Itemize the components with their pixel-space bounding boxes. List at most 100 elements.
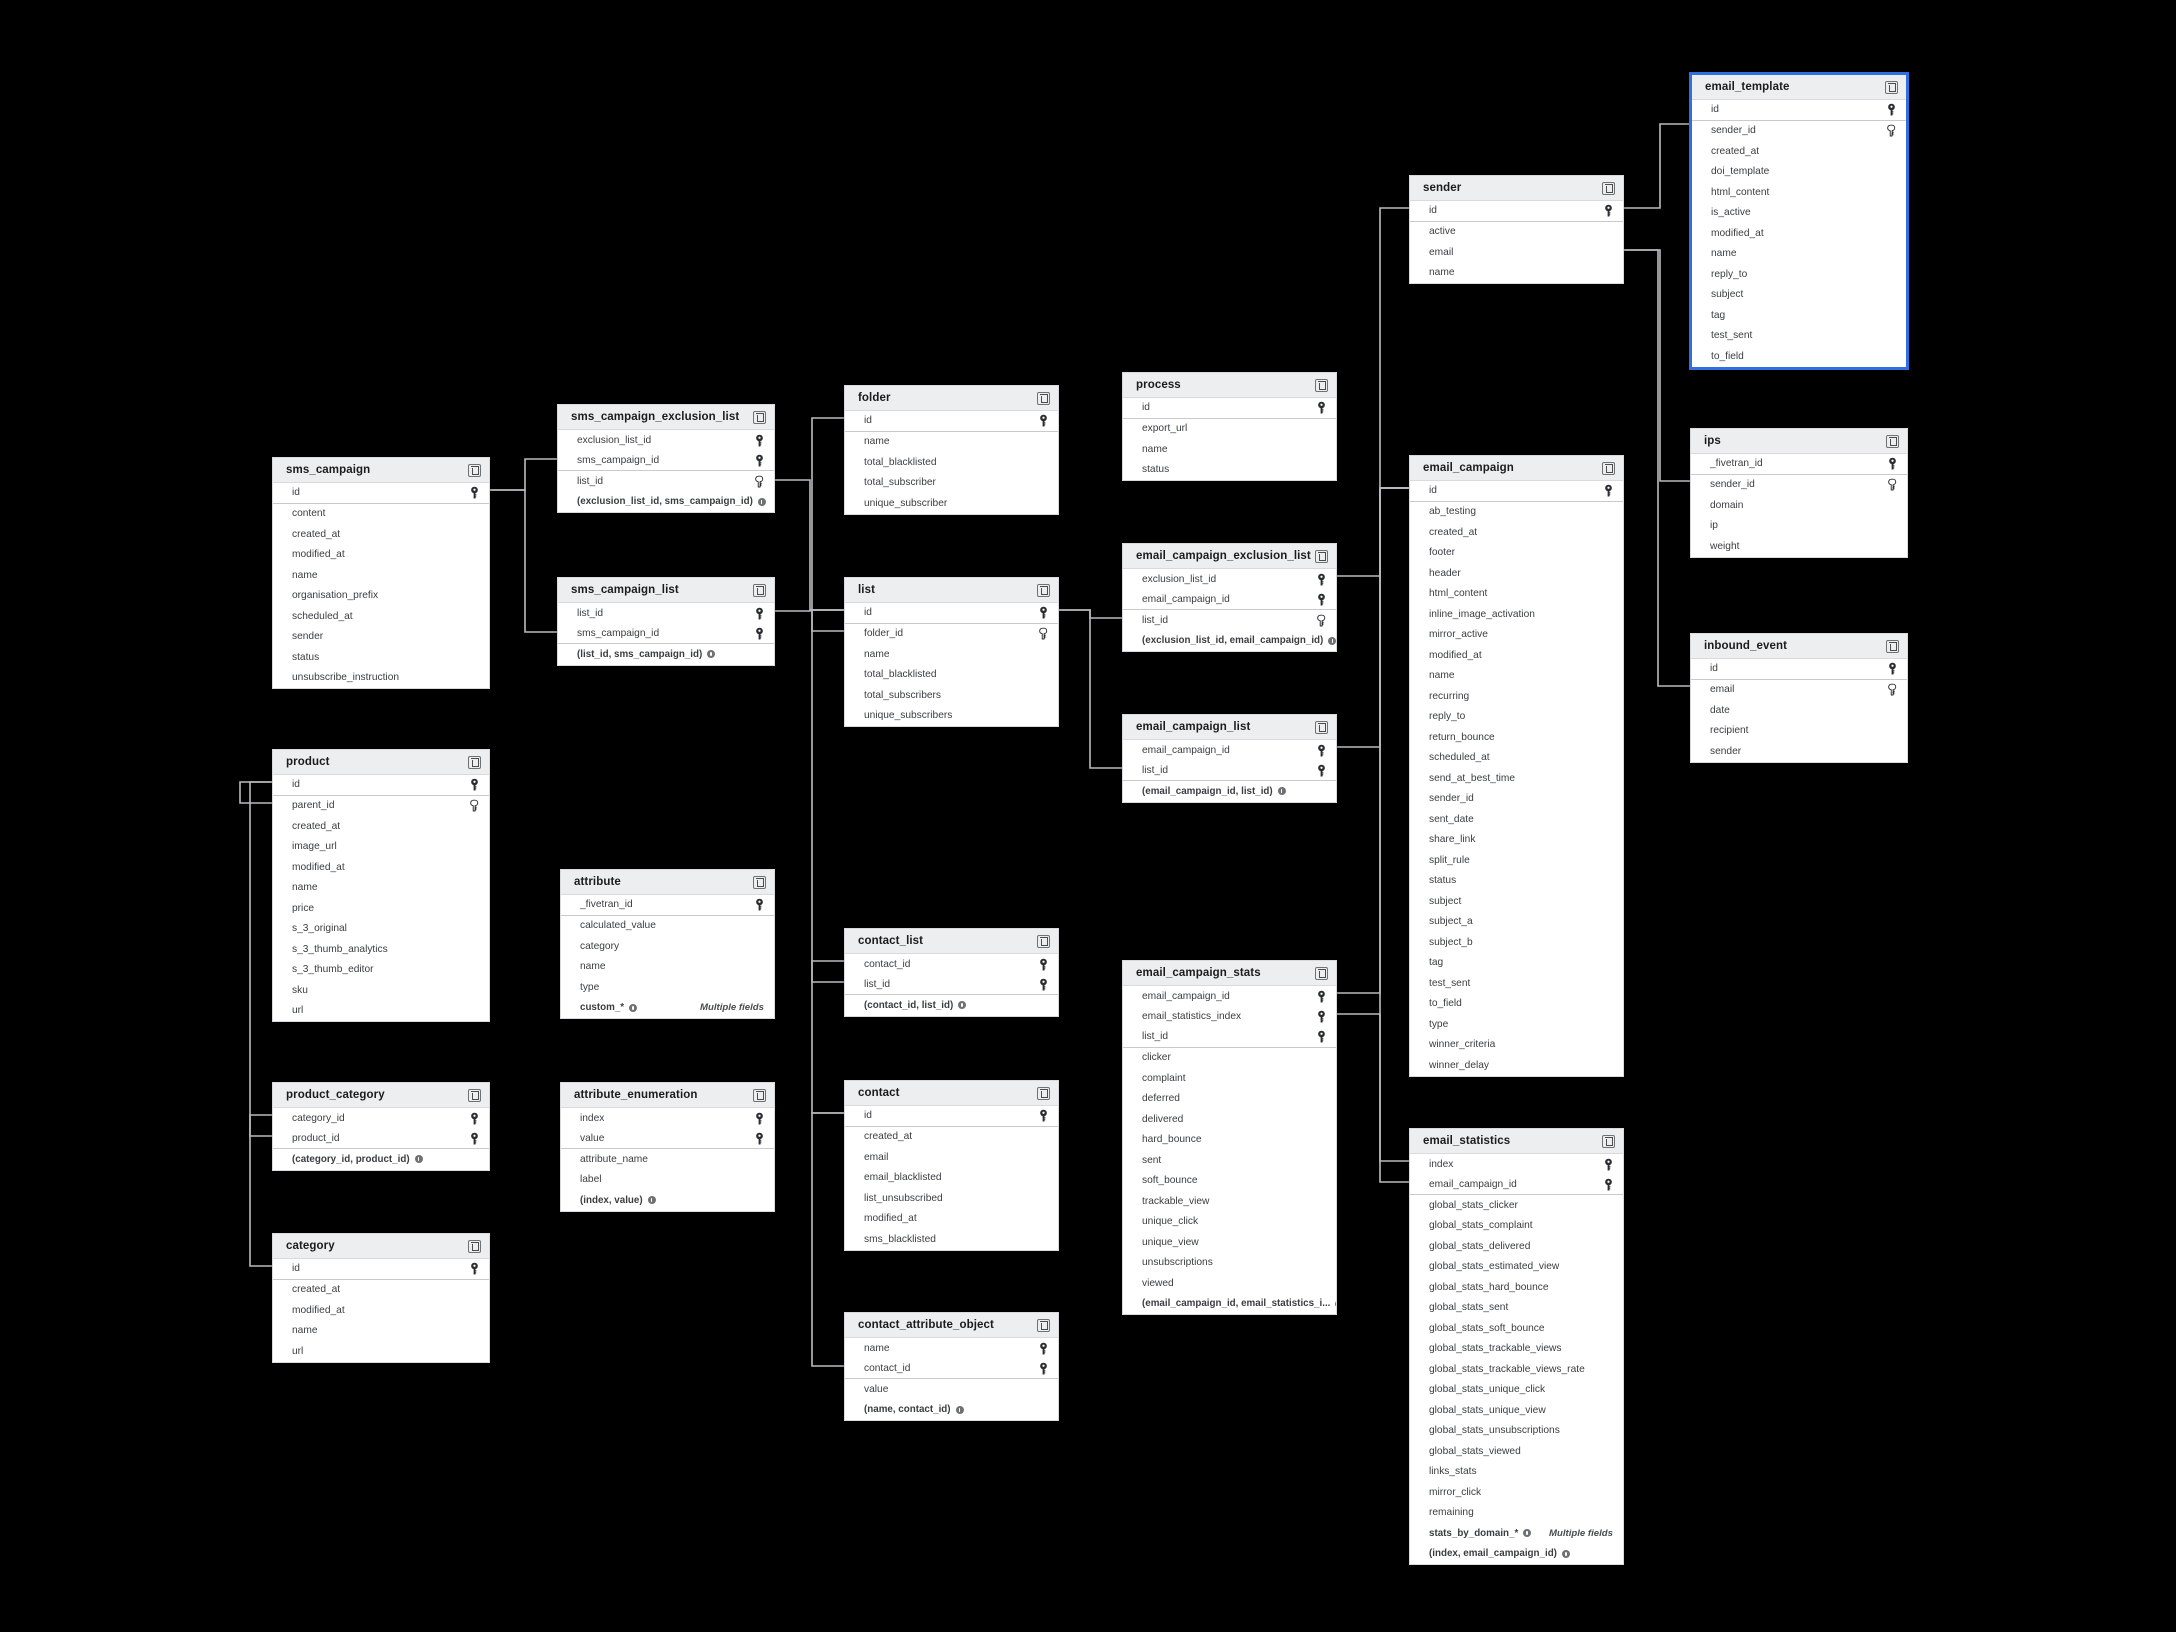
table-header[interactable]: contact (845, 1081, 1058, 1106)
field-row[interactable]: unsubscriptions (1123, 1253, 1336, 1274)
field-row[interactable]: sender_id (1692, 121, 1906, 142)
field-row[interactable]: winner_delay (1410, 1055, 1623, 1076)
field-row[interactable]: email_statistics_index (1123, 1007, 1336, 1028)
field-row[interactable]: sent_date (1410, 809, 1623, 830)
table-node-email_statistics[interactable]: email_statistics index email_campaign_id gl… (1409, 1128, 1624, 1565)
field-row[interactable]: links_stats (1410, 1462, 1623, 1483)
field-row[interactable]: ab_testing (1410, 502, 1623, 523)
table-header[interactable]: sender (1410, 176, 1623, 201)
field-row[interactable]: name (845, 1338, 1058, 1359)
field-row[interactable]: active (1410, 222, 1623, 243)
table-header[interactable]: list (845, 578, 1058, 603)
field-row[interactable]: list_id (845, 975, 1058, 995)
field-row[interactable]: unsubscribe_instruction (273, 668, 489, 689)
expand-external-link-icon[interactable] (468, 463, 481, 477)
table-node-email_campaign_stats[interactable]: email_campaign_stats email_campaign_id ema… (1122, 960, 1337, 1315)
expand-external-link-icon[interactable] (1886, 434, 1899, 448)
expand-external-link-icon[interactable] (1602, 461, 1615, 475)
table-header[interactable]: contact_list (845, 929, 1058, 954)
field-row[interactable]: subject_b (1410, 932, 1623, 953)
composite-key-row[interactable]: (index, email_campaign_id) (1410, 1544, 1623, 1565)
field-row[interactable]: name (1410, 263, 1623, 284)
field-row[interactable]: recurring (1410, 686, 1623, 707)
expand-external-link-icon[interactable] (468, 1239, 481, 1253)
table-node-ips[interactable]: ips _fivetran_id sender_id domain ip weight (1690, 428, 1908, 558)
expand-external-link-icon[interactable] (753, 410, 766, 424)
field-row[interactable]: list_id (558, 603, 774, 624)
field-row[interactable]: exclusion_list_id (1123, 569, 1336, 590)
field-row[interactable]: clicker (1123, 1048, 1336, 1069)
field-row[interactable]: soft_bounce (1123, 1171, 1336, 1192)
field-row[interactable]: sender_id (1691, 475, 1907, 496)
field-row[interactable]: name (273, 878, 489, 899)
field-row[interactable]: id (1410, 481, 1623, 502)
expand-external-link-icon[interactable] (1037, 583, 1050, 597)
field-row[interactable]: unique_subscribers (845, 706, 1058, 727)
expand-external-link-icon[interactable] (1602, 181, 1615, 195)
expand-external-link-icon[interactable] (1037, 391, 1050, 405)
field-row[interactable]: reply_to (1692, 264, 1906, 285)
field-row[interactable]: export_url (1123, 419, 1336, 440)
field-row[interactable]: global_stats_soft_bounce (1410, 1318, 1623, 1339)
field-row[interactable]: email_blacklisted (845, 1168, 1058, 1189)
table-header[interactable]: email_template (1692, 75, 1906, 100)
field-row[interactable]: winner_criteria (1410, 1035, 1623, 1056)
table-node-contact_list[interactable]: contact_list contact_id list_id (contact_id… (844, 928, 1059, 1017)
field-row[interactable]: tag (1692, 305, 1906, 326)
info-icon[interactable] (1335, 1299, 1336, 1308)
field-row[interactable]: attribute_name (561, 1149, 774, 1170)
field-row[interactable]: trackable_view (1123, 1191, 1336, 1212)
field-row[interactable]: sms_campaign_id (558, 451, 774, 471)
field-row[interactable]: global_stats_trackable_views_rate (1410, 1359, 1623, 1380)
expand-external-link-icon[interactable] (1885, 80, 1898, 94)
field-row[interactable]: id (845, 603, 1058, 624)
field-row[interactable]: subject_a (1410, 912, 1623, 933)
table-header[interactable]: inbound_event (1691, 634, 1907, 659)
field-row[interactable]: id (845, 1106, 1058, 1127)
composite-key-row[interactable]: (contact_id, list_id) (845, 995, 1058, 1016)
field-row[interactable]: label (561, 1170, 774, 1191)
composite-key-row[interactable]: (category_id, product_id) (273, 1149, 489, 1170)
field-row[interactable]: s_3_thumb_editor (273, 960, 489, 981)
field-row[interactable]: created_at (1410, 522, 1623, 543)
field-row[interactable]: list_id (1123, 1027, 1336, 1048)
table-header[interactable]: email_campaign (1410, 456, 1623, 481)
field-row[interactable]: total_subscribers (845, 685, 1058, 706)
field-row[interactable]: sender (273, 627, 489, 648)
field-row[interactable]: product_id (273, 1129, 489, 1149)
field-row[interactable]: parent_id (273, 796, 489, 817)
field-row[interactable]: mirror_click (1410, 1482, 1623, 1503)
field-row[interactable]: calculated_value (561, 916, 774, 937)
field-row[interactable]: id (845, 411, 1058, 432)
info-icon[interactable] (707, 650, 716, 659)
field-row[interactable]: modified_at (273, 857, 489, 878)
field-row[interactable]: viewed (1123, 1273, 1336, 1294)
field-row[interactable]: category_id (273, 1108, 489, 1129)
field-row[interactable]: deferred (1123, 1089, 1336, 1110)
field-row[interactable]: id (273, 483, 489, 504)
info-icon[interactable] (1523, 1529, 1532, 1538)
table-node-sender[interactable]: sender id active email name (1409, 175, 1624, 284)
field-row[interactable]: sender (1691, 741, 1907, 762)
table-header[interactable]: product (273, 750, 489, 775)
field-row[interactable]: id (1691, 659, 1907, 680)
field-row[interactable]: delivered (1123, 1109, 1336, 1130)
table-header[interactable]: email_campaign_exclusion_list (1123, 544, 1336, 569)
composite-key-row[interactable]: (exclusion_list_id, email_campaign_id) (1123, 631, 1336, 652)
field-row[interactable]: organisation_prefix (273, 586, 489, 607)
field-row[interactable]: total_subscriber (845, 473, 1058, 494)
field-row[interactable]: email (1691, 680, 1907, 701)
table-node-list[interactable]: list id folder_id name total_blacklisted tota… (844, 577, 1059, 727)
table-header[interactable]: ips (1691, 429, 1907, 454)
table-node-sms_campaign[interactable]: sms_campaign id content created_at modified_… (272, 457, 490, 689)
table-node-inbound_event[interactable]: inbound_event id email date recipient sender (1690, 633, 1908, 763)
field-row[interactable]: global_stats_sent (1410, 1298, 1623, 1319)
expand-external-link-icon[interactable] (1037, 1086, 1050, 1100)
field-row[interactable]: global_stats_unsubscriptions (1410, 1421, 1623, 1442)
field-row[interactable]: html_content (1410, 584, 1623, 605)
expand-external-link-icon[interactable] (753, 1088, 766, 1102)
table-node-attribute[interactable]: attribute _fivetran_id calculated_value cat… (560, 869, 775, 1019)
table-node-folder[interactable]: folder id name total_blacklisted total_subsc… (844, 385, 1059, 515)
composite-key-row[interactable]: (name, contact_id) (845, 1400, 1058, 1421)
field-row[interactable]: contact_id (845, 954, 1058, 975)
